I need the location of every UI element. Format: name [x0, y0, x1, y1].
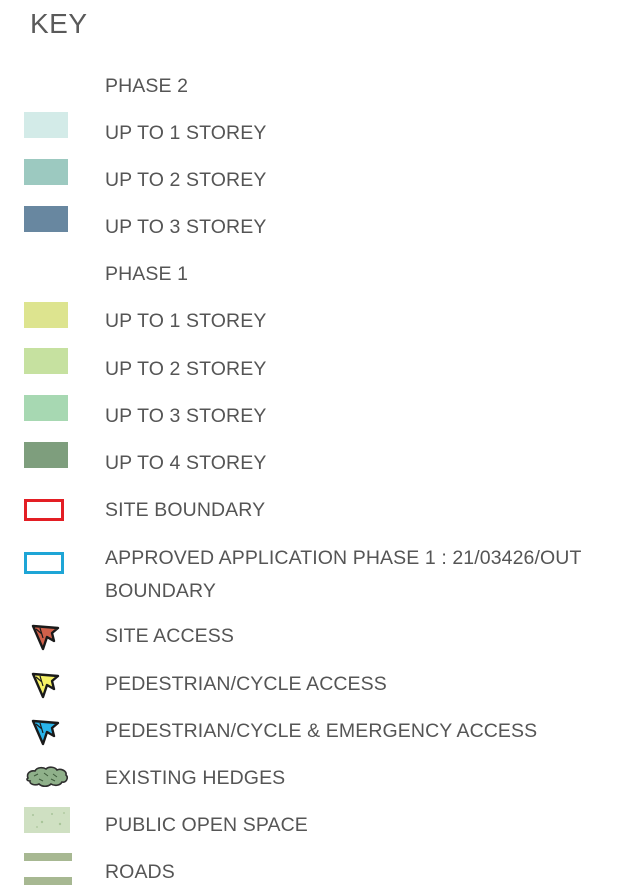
roads-swatch — [24, 853, 72, 885]
legend-label: UP TO 2 STOREY — [105, 358, 267, 380]
road-bottom-band — [24, 877, 72, 885]
phase1-3-storey-swatch — [24, 395, 68, 421]
phase2-1-storey-swatch — [24, 112, 68, 138]
legend-label: UP TO 4 STOREY — [105, 452, 267, 474]
phase1-1-storey-swatch — [24, 302, 68, 328]
legend-label: APPROVED APPLICATION PHASE 1 : 21/03426/… — [105, 547, 582, 602]
site-access-arrow-icon — [31, 624, 60, 651]
phase1-4-storey-swatch — [24, 442, 68, 468]
legend-label: UP TO 3 STOREY — [105, 405, 267, 427]
phase2-3-storey-swatch — [24, 206, 68, 232]
legend-label: EXISTING HEDGES — [105, 767, 286, 789]
legend-phase1-heading: PHASE 1 — [105, 263, 189, 285]
legend-item-phase1-1-storey: UP TO 1 STOREY — [0, 302, 640, 345]
road-top-band — [24, 853, 72, 861]
legend-item-phase1-4-storey: UP TO 4 STOREY — [0, 442, 640, 487]
approved-boundary-swatch — [24, 552, 64, 574]
legend-item-phase1-2-storey: UP TO 2 STOREY — [0, 348, 640, 393]
open-space-fill — [24, 807, 70, 833]
legend-label: UP TO 3 STOREY — [105, 216, 267, 238]
legend-phase2-heading: PHASE 2 — [105, 75, 189, 97]
legend-label: SITE BOUNDARY — [105, 499, 266, 521]
hedge-shape — [26, 766, 69, 788]
phase1-2-storey-swatch — [24, 348, 68, 374]
legend-item-site-access: SITE ACCESS — [0, 620, 640, 660]
legend-item-phase2-2-storey: UP TO 2 STOREY — [0, 159, 640, 204]
legend-item-existing-hedges: EXISTING HEDGES — [0, 762, 640, 802]
legend-label: UP TO 2 STOREY — [105, 169, 267, 191]
legend-label: SITE ACCESS — [105, 625, 234, 647]
hedge-icon — [26, 766, 69, 788]
site-boundary-swatch — [24, 499, 64, 521]
legend-item-pedestrian-access: PEDESTRIAN/CYCLE ACCESS — [0, 668, 640, 708]
legend-label: UP TO 1 STOREY — [105, 310, 267, 332]
legend-item-site-boundary: SITE BOUNDARY — [0, 494, 640, 534]
legend-phase2-heading-row: PHASE 2 — [0, 70, 640, 110]
legend-label: PEDESTRIAN/CYCLE & EMERGENCY ACCESS — [105, 720, 538, 742]
open-space-swatch — [24, 807, 70, 833]
legend-phase1-heading-row: PHASE 1 — [0, 258, 640, 298]
pedestrian-access-arrow-icon — [31, 672, 60, 699]
phase2-2-storey-swatch — [24, 159, 68, 185]
emergency-access-arrow-icon — [31, 719, 60, 746]
legend-label: UP TO 1 STOREY — [105, 122, 267, 144]
legend-item-approved-boundary: APPROVED APPLICATION PHASE 1 : 21/03426/… — [0, 542, 640, 608]
legend-label: PEDESTRIAN/CYCLE ACCESS — [105, 673, 387, 695]
legend-title: KEY — [30, 8, 88, 39]
legend-item-public-open-space: PUBLIC OPEN SPACE — [0, 807, 640, 849]
legend-label: PUBLIC OPEN SPACE — [105, 814, 308, 836]
legend-label: ROADS — [105, 861, 175, 883]
legend-item-phase2-1-storey: UP TO 1 STOREY — [0, 112, 640, 157]
legend-item-emergency-access: PEDESTRIAN/CYCLE & EMERGENCY ACCESS — [0, 715, 640, 755]
legend-item-phase1-3-storey: UP TO 3 STOREY — [0, 395, 640, 440]
legend-item-roads: ROADS — [0, 853, 640, 896]
legend-item-phase2-3-storey: UP TO 3 STOREY — [0, 206, 640, 251]
